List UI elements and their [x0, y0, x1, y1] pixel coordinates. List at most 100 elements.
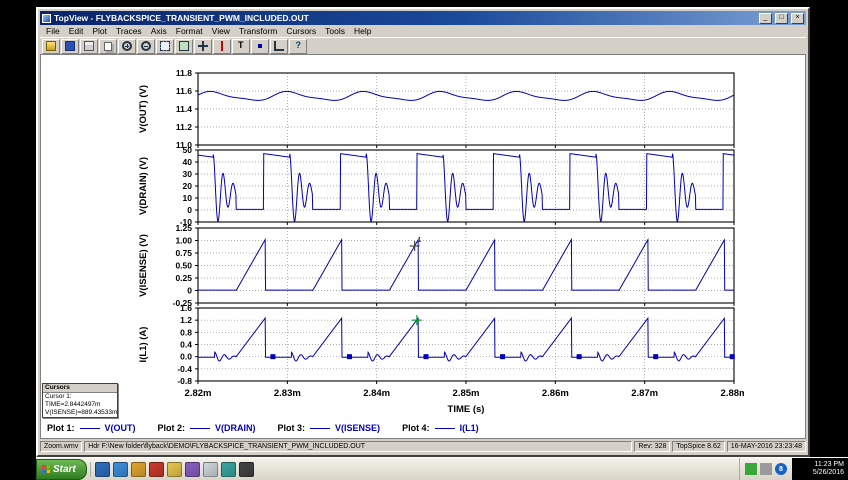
cursor-readout-box[interactable]: Cursors Cursor 1: TIME=2.8442497m V(ISEN…	[42, 383, 118, 418]
help-icon	[293, 40, 303, 51]
legend-item-4: Plot 4: I(L1)	[402, 423, 479, 433]
media-player-icon[interactable]	[148, 461, 164, 477]
legend-trace-name: I(L1)	[459, 423, 479, 433]
pan-button[interactable]	[194, 38, 212, 54]
plots-canvas[interactable]: 11.811.611.411.211.0V(OUT) (V)5040302010…	[132, 67, 744, 419]
svg-text:2.85m: 2.85m	[453, 388, 480, 399]
close-button[interactable]: ×	[791, 12, 804, 24]
title-bar[interactable]: TopView - FLYBACKSPICE_TRANSIENT_PWM_INC…	[40, 11, 806, 25]
menu-axis[interactable]: Axis	[147, 26, 171, 36]
legend-plot-label: Plot 3:	[277, 423, 306, 433]
folder-icon[interactable]	[166, 461, 182, 477]
volume-tray-icon[interactable]	[760, 463, 772, 475]
taskbar-clock[interactable]: 11:23 PM 5/26/2016	[792, 457, 848, 480]
internet-explorer-icon[interactable]	[112, 461, 128, 477]
svg-text:0.25: 0.25	[175, 273, 192, 283]
taskbar: Start 8 11:23 PM 5/26/2016	[36, 457, 848, 480]
notepad-icon[interactable]	[202, 461, 218, 477]
menu-format[interactable]: Format	[172, 26, 207, 36]
legend-item-2: Plot 2: V(DRAIN)	[158, 423, 256, 433]
cursor-box-line: V(ISENSE)=889.43533m	[45, 409, 117, 416]
svg-text:2.82m: 2.82m	[185, 388, 212, 399]
pan-icon	[198, 41, 208, 51]
minimize-button[interactable]: _	[759, 12, 772, 24]
svg-text:-0.8: -0.8	[177, 376, 192, 386]
svg-text:2.88m: 2.88m	[721, 388, 744, 399]
zoom-full-button[interactable]	[175, 38, 193, 54]
system-tray: 8 11:23 PM 5/26/2016	[739, 457, 848, 480]
menu-file[interactable]: File	[42, 26, 64, 36]
svg-text:0.0: 0.0	[180, 352, 192, 362]
open-button[interactable]	[42, 38, 60, 54]
text-button[interactable]	[232, 38, 250, 54]
svg-text:1.2: 1.2	[180, 315, 192, 325]
trace-V(OUT)	[198, 90, 734, 101]
menu-plot[interactable]: Plot	[88, 26, 111, 36]
legend-plot-label: Plot 4:	[402, 423, 430, 433]
plot-legend: Plot 1: V(OUT) Plot 2: V(DRAIN) Plot 3: V(ISE…	[47, 423, 479, 433]
menu-help[interactable]: Help	[350, 26, 375, 36]
markers-icon	[255, 41, 265, 51]
start-label: Start	[53, 463, 76, 475]
legend-line-swatch	[310, 427, 331, 429]
help-button[interactable]	[289, 38, 307, 54]
text-icon	[236, 40, 246, 51]
plot-client-area: 11.8 11.6 11.4 11.2 11.0 V(OUT) (V) 50 40 30 20 10…	[40, 54, 806, 439]
tools-icon[interactable]	[220, 461, 236, 477]
legend-plot-label: Plot 1:	[47, 423, 75, 433]
svg-text:11.8: 11.8	[176, 68, 192, 78]
status-cell-0: Zoom.wmv	[40, 441, 83, 452]
svg-text:V(OUT) (V): V(OUT) (V)	[138, 85, 149, 133]
recorder-icon[interactable]	[238, 461, 254, 477]
legend-plot-label: Plot 2:	[157, 423, 186, 433]
svg-text:11.4: 11.4	[176, 104, 192, 114]
cursor-box-line: Cursor 1:	[45, 393, 72, 400]
svg-text:2.84m: 2.84m	[363, 388, 390, 399]
quick-launch	[89, 461, 258, 477]
svg-text:-0.4: -0.4	[177, 364, 192, 374]
window-icon	[42, 13, 51, 23]
legend-line-swatch	[79, 427, 100, 429]
status-cell-1: Hdr F:\New folder\flyback\DEMO\FLYBACKSP…	[84, 441, 633, 452]
open-icon	[46, 41, 56, 51]
svg-text:2.83m: 2.83m	[274, 388, 301, 399]
paint-icon[interactable]	[184, 461, 200, 477]
svg-text:0.4: 0.4	[180, 340, 192, 350]
svg-text:V(ISENSE) (V): V(ISENSE) (V)	[138, 234, 149, 297]
menu-cursors[interactable]: Cursors	[282, 26, 320, 36]
legend-line-swatch	[434, 427, 455, 429]
copy-button[interactable]	[99, 38, 117, 54]
svg-text:0: 0	[187, 205, 192, 215]
menu-transform[interactable]: Transform	[235, 26, 281, 36]
zoom-out-icon	[141, 41, 151, 51]
menu-traces[interactable]: Traces	[112, 26, 146, 36]
zoom-full-icon	[179, 41, 189, 51]
svg-text:1.6: 1.6	[180, 303, 192, 313]
start-button[interactable]: Start	[36, 458, 87, 480]
window-title: TopView - FLYBACKSPICE_TRANSIENT_PWM_INC…	[54, 13, 309, 23]
zoom-in-button[interactable]	[118, 38, 136, 54]
clock-date: 5/26/2016	[812, 469, 844, 476]
mail-icon[interactable]	[130, 461, 146, 477]
zoom-window-icon	[160, 41, 170, 51]
axes-button[interactable]	[270, 38, 288, 54]
menu-edit[interactable]: Edit	[65, 26, 88, 36]
messenger-tray-icon[interactable]: 8	[775, 463, 787, 475]
markers-button[interactable]	[251, 38, 269, 54]
zoom-window-button[interactable]	[156, 38, 174, 54]
save-button[interactable]	[61, 38, 79, 54]
show-desktop-icon[interactable]	[94, 461, 110, 477]
menu-view[interactable]: View	[208, 26, 234, 36]
legend-item-3: Plot 3: V(ISENSE)	[278, 423, 381, 433]
app-window: TopView - FLYBACKSPICE_TRANSIENT_PWM_INC…	[36, 7, 810, 457]
toolbar	[40, 37, 806, 54]
zoom-in-icon	[122, 41, 132, 51]
network-tray-icon[interactable]	[745, 463, 757, 475]
menu-tools[interactable]: Tools	[321, 26, 349, 36]
maximize-button[interactable]: □	[775, 12, 788, 24]
svg-text:0.50: 0.50	[175, 261, 192, 271]
print-button[interactable]	[80, 38, 98, 54]
zoom-out-button[interactable]	[137, 38, 155, 54]
legend-trace-name: V(ISENSE)	[335, 423, 381, 433]
cursors-button[interactable]	[213, 38, 231, 54]
